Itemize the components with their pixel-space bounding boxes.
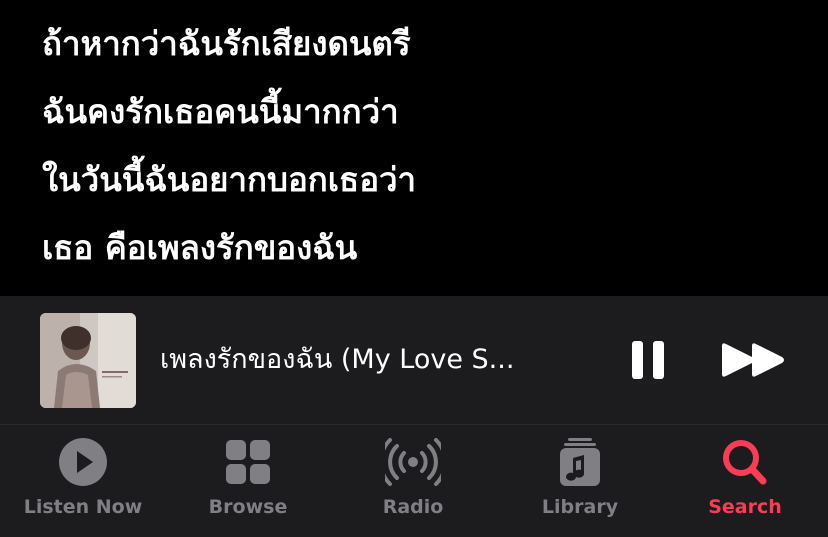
forward-icon	[722, 343, 784, 377]
mini-player[interactable]: เพลงรักของฉัน (My Love S...	[0, 296, 828, 424]
lyric-line[interactable]: ฉันคงรักเธอคนนี้มากกว่า	[42, 92, 399, 132]
search-icon	[723, 440, 767, 485]
grid-icon	[226, 440, 270, 484]
tab-search[interactable]: Search	[662, 425, 828, 537]
tab-label: Radio	[382, 496, 444, 518]
album-artwork-image	[40, 313, 136, 408]
lyric-line[interactable]: เธอ คือเพลงรักของฉัน	[42, 228, 357, 268]
lyric-line[interactable]: ถ้าหากว่าฉันรักเสียงดนตรี	[42, 24, 411, 64]
pause-button[interactable]	[628, 340, 672, 380]
album-artwork[interactable]	[40, 313, 136, 408]
tab-label: Browse	[208, 496, 288, 518]
play-circle-icon	[59, 438, 107, 486]
lyric-line[interactable]: ในวันนี้ฉันอยากบอกเธอว่า	[42, 160, 416, 200]
music-app-screen: ถ้าหากว่าฉันรักเสียงดนตรี ฉันคงรักเธอคนน…	[0, 0, 828, 537]
radio-broadcast-icon	[385, 438, 441, 486]
tab-browse[interactable]: Browse	[165, 425, 331, 537]
tab-label: Library	[541, 496, 619, 518]
next-track-button[interactable]	[718, 342, 790, 378]
tab-label: Listen Now	[23, 496, 143, 518]
tab-label: Search	[708, 496, 782, 518]
now-playing-title[interactable]: เพลงรักของฉัน (My Love S...	[160, 342, 590, 378]
pause-icon	[632, 341, 664, 379]
tab-library[interactable]: Library	[497, 425, 663, 537]
tab-bar: Listen Now Browse Radio Library Search	[0, 425, 828, 537]
lyrics-panel: ถ้าหากว่าฉันรักเสียงดนตรี ฉันคงรักเธอคนน…	[0, 0, 828, 296]
music-library-icon	[560, 438, 600, 486]
tab-listen-now[interactable]: Listen Now	[0, 425, 166, 537]
tab-radio[interactable]: Radio	[330, 425, 496, 537]
